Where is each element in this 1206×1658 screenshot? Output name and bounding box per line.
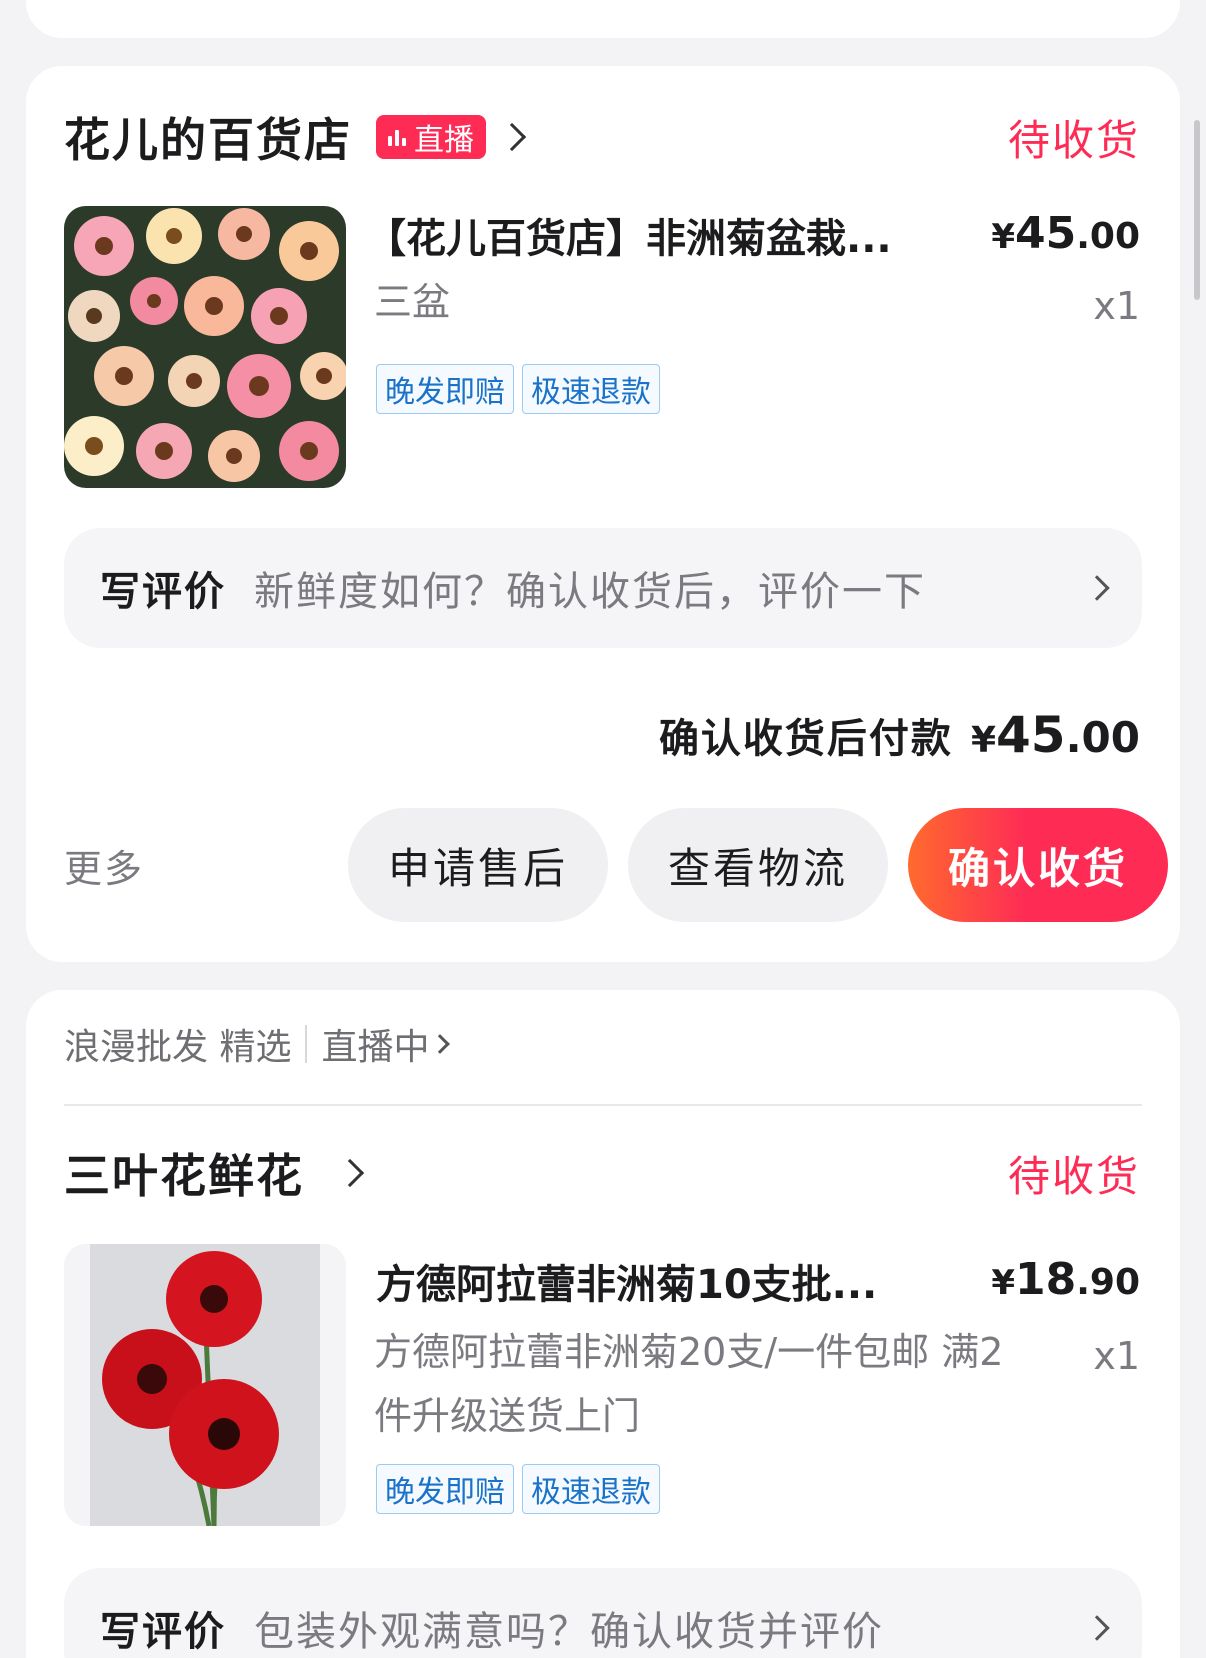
review-hint: 包装外观满意吗？确认收货并评价 bbox=[254, 1609, 884, 1655]
write-review-bar[interactable]: 写评价 新鲜度如何？确认收货后，评价一下 bbox=[64, 528, 1142, 648]
service-tag: 极速退款 bbox=[522, 364, 660, 414]
product-quantity: x1 bbox=[1093, 284, 1140, 328]
write-review-bar[interactable]: 写评价 包装外观满意吗？确认收货并评价 bbox=[64, 1568, 1142, 1658]
service-tag: 晚发即赔 bbox=[376, 1464, 514, 1514]
after-sale-button[interactable]: 申请售后 bbox=[348, 808, 608, 922]
chevron-right-icon bbox=[497, 122, 527, 152]
more-button[interactable]: 更多 bbox=[64, 838, 144, 893]
order-actions: 更多 申请售后 查看物流 确认收货 bbox=[64, 808, 1168, 922]
product-sku: 三盆 bbox=[374, 280, 451, 324]
service-tag: 晚发即赔 bbox=[376, 364, 514, 414]
product-title[interactable]: 【花儿百货店】非洲菊盆栽... bbox=[366, 206, 936, 264]
live-source-row[interactable]: 浪漫批发 精选 直播中 bbox=[64, 1018, 451, 1070]
divider bbox=[64, 1104, 1142, 1106]
product-price: ¥45.00 bbox=[991, 208, 1140, 259]
scrollbar[interactable] bbox=[1194, 120, 1200, 300]
chevron-right-icon bbox=[1084, 575, 1110, 601]
live-source-name: 浪漫批发 精选 bbox=[64, 1027, 292, 1068]
shop-header[interactable]: 花儿的百货店 直播 待收货 bbox=[64, 104, 1140, 170]
payment-label: 确认收货后付款 bbox=[658, 716, 953, 762]
payment-symbol: ¥ bbox=[970, 720, 996, 761]
service-tags: 晚发即赔 极速退款 bbox=[376, 364, 660, 414]
live-badge-label: 直播 bbox=[414, 123, 474, 158]
price-decimal: .90 bbox=[1076, 1262, 1140, 1303]
shop-name[interactable]: 三叶花鲜花 bbox=[64, 1140, 304, 1206]
order-status: 待收货 bbox=[1007, 1151, 1140, 1201]
price-symbol: ¥ bbox=[991, 217, 1015, 257]
price-symbol: ¥ bbox=[991, 1263, 1015, 1303]
product-image[interactable] bbox=[64, 1244, 346, 1526]
order-card: 花儿的百货店 直播 待收货 【花儿百货店】非洲菊盆栽... ¥45.00 三盆 … bbox=[26, 66, 1180, 962]
price-decimal: .00 bbox=[1076, 216, 1140, 257]
chevron-right-icon bbox=[430, 1034, 451, 1054]
shop-name[interactable]: 花儿的百货店 bbox=[64, 104, 352, 170]
view-logistics-button[interactable]: 查看物流 bbox=[628, 808, 888, 922]
previous-order-card bbox=[26, 0, 1180, 38]
live-bars-icon bbox=[388, 128, 406, 146]
order-status: 待收货 bbox=[1007, 115, 1140, 165]
price-integer: 45 bbox=[1014, 208, 1077, 259]
chevron-right-icon bbox=[1084, 1615, 1110, 1641]
product-sku: 方德阿拉蕾非洲菊20支/一件包邮 满2件升级送货上门 bbox=[374, 1330, 1004, 1438]
chevron-right-icon bbox=[335, 1158, 365, 1188]
service-tags: 晚发即赔 极速退款 bbox=[376, 1464, 660, 1514]
order-card: 浪漫批发 精选 直播中 三叶花鲜花 待收货 方德阿拉蕾非洲菊10支批... ¥1… bbox=[26, 990, 1180, 1658]
shop-header[interactable]: 三叶花鲜花 待收货 bbox=[64, 1140, 1140, 1206]
payment-summary: 确认收货后付款 ¥45.00 bbox=[659, 706, 1140, 764]
live-badge[interactable]: 直播 bbox=[376, 115, 486, 159]
service-tag: 极速退款 bbox=[522, 1464, 660, 1514]
review-label: 写评价 bbox=[100, 1609, 226, 1655]
divider bbox=[305, 1025, 308, 1063]
review-hint: 新鲜度如何？确认收货后，评价一下 bbox=[254, 569, 926, 615]
price-integer: 18 bbox=[1014, 1254, 1077, 1305]
payment-decimal: .00 bbox=[1065, 713, 1140, 762]
product-title[interactable]: 方德阿拉蕾非洲菊10支批... bbox=[376, 1252, 966, 1310]
review-label: 写评价 bbox=[100, 569, 226, 615]
product-image[interactable] bbox=[64, 206, 346, 488]
payment-integer: 45 bbox=[996, 706, 1066, 764]
confirm-receipt-button[interactable]: 确认收货 bbox=[908, 808, 1168, 922]
product-price: ¥18.90 bbox=[991, 1254, 1140, 1305]
product-quantity: x1 bbox=[1093, 1334, 1140, 1378]
live-status: 直播中 bbox=[321, 1027, 430, 1068]
